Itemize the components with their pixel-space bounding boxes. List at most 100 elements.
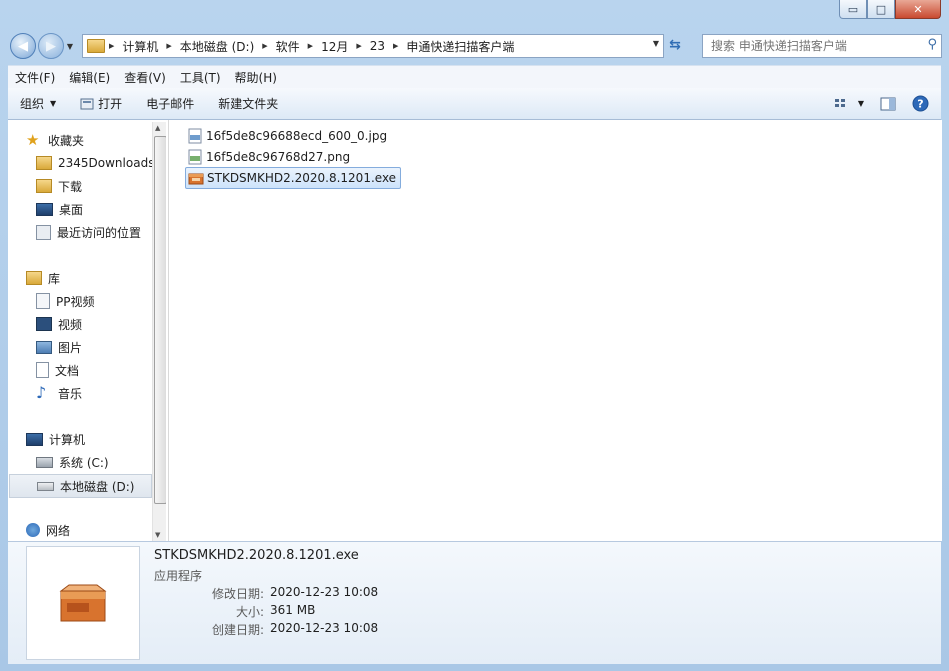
minimize-icon: ▭ — [847, 2, 859, 16]
menu-edit[interactable]: 编辑(E) — [62, 69, 117, 86]
breadcrumb-separator-icon[interactable]: ▶ — [352, 42, 365, 50]
preview-pane-button[interactable] — [870, 88, 906, 119]
content-area: ★ 收藏夹 2345Downloads 下载 桌面 最近访问的位置 库 PP视频… — [8, 120, 942, 541]
nav-label: 收藏夹 — [48, 133, 85, 148]
details-pane: STKDSMKHD2.2020.8.1201.exe 应用程序 修改日期: 20… — [8, 541, 941, 664]
menu-file[interactable]: 文件(F) — [8, 69, 62, 86]
library-icon — [26, 271, 42, 285]
chevron-down-icon: ▼ — [50, 99, 57, 108]
breadcrumb-computer[interactable]: 计算机 — [118, 38, 162, 55]
breadcrumb-drive-d[interactable]: 本地磁盘 (D:) — [176, 38, 258, 55]
refresh-button[interactable]: ⇆ — [664, 34, 686, 56]
email-button[interactable]: 电子邮件 — [134, 88, 206, 119]
nav-videos[interactable]: 视频 — [36, 313, 166, 335]
help-button[interactable]: ? — [906, 88, 941, 119]
nav-network[interactable]: 网络 — [26, 519, 166, 541]
nav-pp-video[interactable]: PP视频 — [36, 290, 166, 312]
search-icon[interactable]: ⚲ — [927, 37, 937, 52]
details-modified-row: 修改日期: 2020-12-23 10:08 — [154, 585, 454, 602]
details-size-row: 大小: 361 MB — [154, 603, 454, 620]
nav-2345downloads[interactable]: 2345Downloads — [36, 152, 166, 174]
file-item[interactable]: 16f5de8c96768d27.png — [185, 147, 354, 167]
pictures-icon — [36, 340, 52, 354]
svg-text:?: ? — [917, 98, 923, 111]
scroll-up-icon[interactable]: ▲ — [155, 124, 160, 132]
breadcrumb-separator-icon[interactable]: ▶ — [258, 42, 271, 50]
file-item[interactable]: 16f5de8c96688ecd_600_0.jpg — [185, 126, 391, 146]
folder-icon — [87, 39, 105, 53]
breadcrumb-separator-icon[interactable]: ▶ — [389, 42, 402, 50]
file-thumbnail — [26, 546, 140, 660]
nav-drive-d[interactable]: 本地磁盘 (D:) — [9, 474, 152, 498]
maximize-icon: □ — [875, 2, 887, 16]
music-note-icon: ♪ — [36, 383, 47, 402]
nav-drive-c[interactable]: 系统 (C:) — [36, 451, 166, 473]
system-drive-icon — [36, 456, 53, 468]
breadcrumb-current-folder[interactable]: 申通快递扫描客户端 — [402, 38, 518, 55]
nav-label: 图片 — [58, 340, 83, 355]
address-dropdown-icon[interactable]: ▼ — [653, 39, 659, 48]
nav-music[interactable]: ♪ 音乐 — [36, 382, 166, 404]
nav-desktop[interactable]: 桌面 — [36, 198, 166, 220]
details-file-name: STKDSMKHD2.2020.8.1201.exe — [154, 548, 359, 563]
back-arrow-icon: ◀ — [18, 38, 28, 54]
scroll-down-icon[interactable]: ▼ — [155, 531, 160, 539]
open-icon — [80, 98, 94, 109]
exe-box-icon — [59, 584, 107, 622]
open-button[interactable]: 打开 — [68, 88, 134, 119]
forward-button[interactable]: ▶ — [38, 33, 64, 59]
nav-pictures[interactable]: 图片 — [36, 336, 166, 358]
address-bar[interactable]: ▶ 计算机 ▶ 本地磁盘 (D:) ▶ 软件 ▶ 12月 ▶ 23 ▶ 申通快递… — [82, 34, 664, 58]
search-input[interactable] — [709, 38, 918, 54]
file-name: 16f5de8c96688ecd_600_0.jpg — [206, 129, 388, 143]
pp-video-icon — [36, 293, 50, 309]
navigation-pane: ★ 收藏夹 2345Downloads 下载 桌面 最近访问的位置 库 PP视频… — [8, 120, 166, 541]
file-name: STKDSMKHD2.2020.8.1201.exe — [207, 171, 397, 185]
view-options-button[interactable]: ▼ — [828, 88, 870, 119]
breadcrumb-december[interactable]: 12月 — [317, 38, 352, 55]
file-name: 16f5de8c96768d27.png — [206, 150, 351, 164]
computer-icon — [26, 432, 43, 446]
minimize-button[interactable]: ▭ — [839, 0, 867, 19]
breadcrumb-separator-icon[interactable]: ▶ — [105, 42, 118, 50]
nav-buttons: ◀ ▶ ▼ — [10, 33, 76, 59]
organize-button[interactable]: 组织 ▼ — [8, 88, 68, 119]
nav-label: 2345Downloads — [58, 156, 155, 170]
breadcrumb-23[interactable]: 23 — [366, 39, 389, 53]
refresh-icon: ⇆ — [669, 37, 681, 53]
details-modified-label: 修改日期: — [211, 587, 264, 601]
nav-label: 下载 — [58, 179, 83, 194]
png-file-icon — [188, 149, 202, 165]
menu-view[interactable]: 查看(V) — [117, 69, 173, 86]
breadcrumb-software[interactable]: 软件 — [272, 38, 304, 55]
nav-recent-places[interactable]: 最近访问的位置 — [36, 221, 166, 243]
nav-label: 本地磁盘 (D:) — [60, 479, 135, 494]
close-button[interactable]: ✕ — [895, 0, 941, 19]
nav-downloads[interactable]: 下载 — [36, 175, 166, 197]
nav-computer[interactable]: 计算机 — [26, 428, 166, 450]
desktop-icon — [36, 202, 53, 216]
command-bar: 组织 ▼ 打开 电子邮件 新建文件夹 ▼ ? — [8, 88, 941, 120]
nav-documents[interactable]: 文档 — [36, 359, 166, 381]
file-item-selected[interactable]: STKDSMKHD2.2020.8.1201.exe — [185, 167, 402, 189]
recent-pages-dropdown[interactable]: ▼ — [64, 42, 76, 51]
open-label: 打开 — [98, 97, 123, 111]
breadcrumb-separator-icon[interactable]: ▶ — [304, 42, 317, 50]
nav-libraries[interactable]: 库 — [26, 267, 166, 289]
window-controls: ▭ □ ✕ — [839, 0, 941, 19]
scrollbar-thumb[interactable] — [154, 136, 166, 504]
breadcrumb-separator-icon[interactable]: ▶ — [162, 42, 175, 50]
details-size-value: 361 MB — [270, 603, 316, 617]
menu-tools[interactable]: 工具(T) — [173, 69, 228, 86]
forward-arrow-icon: ▶ — [46, 38, 56, 54]
search-box[interactable]: ⚲ — [702, 34, 942, 58]
hard-drive-icon — [37, 481, 54, 491]
nav-label: 库 — [48, 271, 61, 286]
nav-scrollbar[interactable]: ▲ ▼ — [152, 122, 166, 541]
back-button[interactable]: ◀ — [10, 33, 36, 59]
menu-help[interactable]: 帮助(H) — [228, 69, 284, 86]
new-folder-button[interactable]: 新建文件夹 — [206, 88, 290, 119]
nav-favorites[interactable]: ★ 收藏夹 — [26, 129, 166, 151]
maximize-button[interactable]: □ — [867, 0, 895, 19]
nav-label: PP视频 — [56, 294, 95, 309]
